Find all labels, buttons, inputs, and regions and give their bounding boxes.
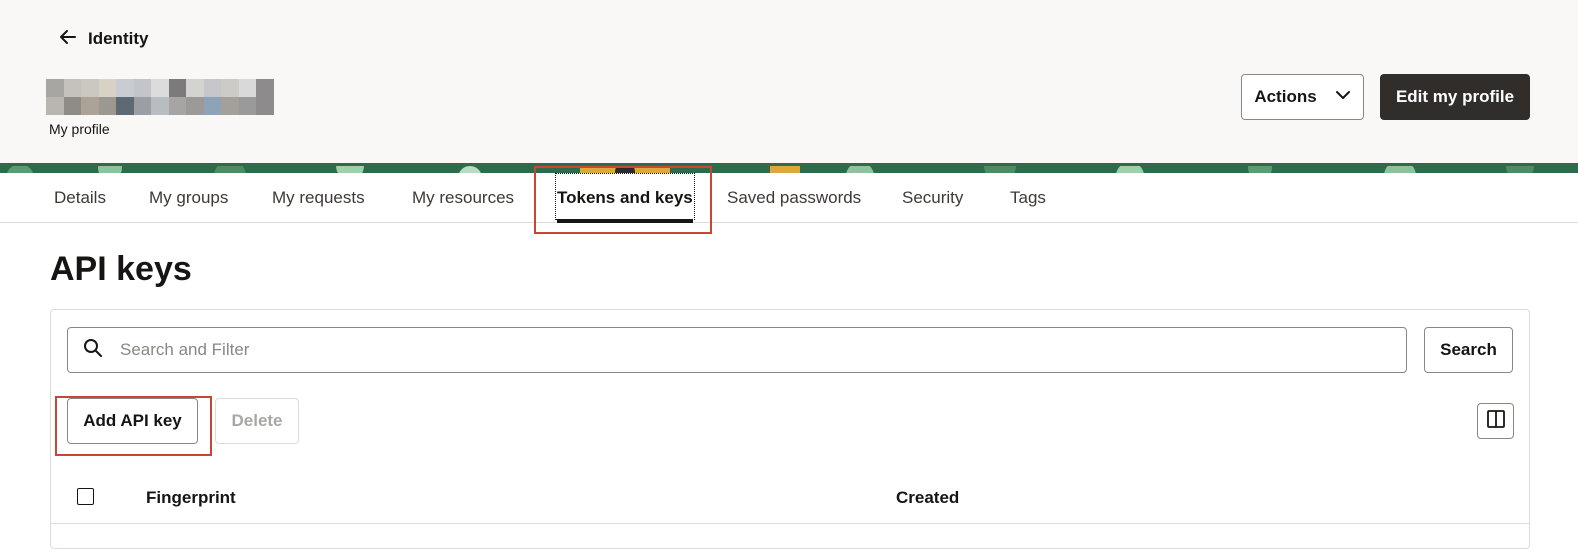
column-layout-icon xyxy=(1486,409,1506,434)
tab-my-groups-label: My groups xyxy=(149,188,229,207)
delete-button: Delete xyxy=(215,398,299,444)
tab-focus-ring xyxy=(555,173,695,220)
tab-details-label: Details xyxy=(54,188,106,207)
tab-my-resources-label: My resources xyxy=(412,188,515,207)
tab-security[interactable]: Security xyxy=(902,173,963,223)
search-button[interactable]: Search xyxy=(1424,327,1513,373)
search-input[interactable] xyxy=(120,340,1320,360)
active-tab-indicator xyxy=(557,219,693,223)
redacted-user-name xyxy=(46,79,274,115)
add-api-key-button[interactable]: Add API key xyxy=(67,398,198,444)
tab-tokens-and-keys[interactable]: Tokens and keys xyxy=(555,173,695,223)
back-link-label: Identity xyxy=(88,29,149,48)
tab-security-label: Security xyxy=(902,188,964,207)
tab-saved-passwords[interactable]: Saved passwords xyxy=(727,173,861,223)
decorative-banner xyxy=(0,163,1578,173)
actions-dropdown-button[interactable]: Actions xyxy=(1241,74,1364,120)
page-header: Identity My profile Actions Edit my prof… xyxy=(0,0,1578,163)
profile-tabs: Details My groups My requests My resourc… xyxy=(0,173,1578,223)
actions-label: Actions xyxy=(1254,87,1317,106)
column-header-fingerprint[interactable]: Fingerprint xyxy=(146,488,236,508)
tab-details[interactable]: Details xyxy=(54,173,106,223)
tab-tags-label: Tags xyxy=(1010,188,1046,207)
tab-my-resources[interactable]: My resources xyxy=(412,173,514,223)
select-all-checkbox[interactable] xyxy=(77,488,94,505)
page-title: API keys xyxy=(50,250,192,288)
search-icon xyxy=(68,338,103,363)
tab-my-requests[interactable]: My requests xyxy=(272,173,365,223)
table-header-row xyxy=(51,474,1529,524)
tab-my-requests-label: My requests xyxy=(272,188,365,207)
search-filter-box[interactable] xyxy=(67,327,1407,373)
tab-my-groups[interactable]: My groups xyxy=(149,173,228,223)
tab-saved-passwords-label: Saved passwords xyxy=(727,188,862,207)
chevron-down-icon xyxy=(1335,87,1351,108)
arrow-left-icon xyxy=(58,27,78,52)
edit-my-profile-button[interactable]: Edit my profile xyxy=(1380,74,1530,120)
manage-columns-button[interactable] xyxy=(1477,403,1514,439)
column-header-created[interactable]: Created xyxy=(896,488,959,508)
tab-tags[interactable]: Tags xyxy=(1010,173,1046,223)
profile-caption: My profile xyxy=(49,121,110,137)
back-to-identity-link[interactable]: Identity xyxy=(58,28,148,50)
